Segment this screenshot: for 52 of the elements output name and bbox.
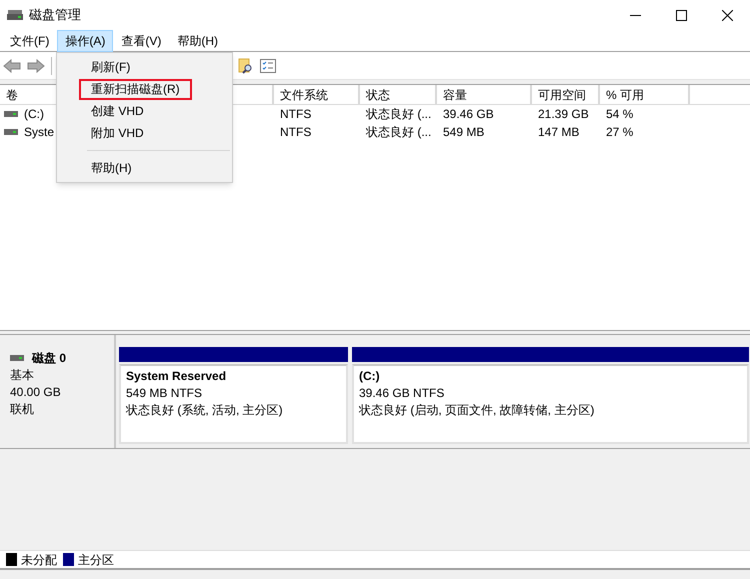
legend-label: 未分配 xyxy=(21,552,57,568)
column-header[interactable]: 容量 xyxy=(437,85,532,105)
table-cell-text: 27 % xyxy=(606,124,634,141)
forward-arrow-icon[interactable] xyxy=(27,58,45,72)
partition-status: 状态良好 (启动, 页面文件, 故障转储, 主分区) xyxy=(359,402,596,419)
menu-option[interactable]: 创建 VHD xyxy=(79,100,156,122)
checklist-icon[interactable] xyxy=(260,58,276,72)
drive-icon xyxy=(4,111,18,117)
table-cell-text: 状态良好 (... xyxy=(366,124,432,141)
menu-option[interactable]: 刷新(F) xyxy=(79,56,142,78)
menu-option[interactable]: 重新扫描磁盘(R) xyxy=(79,78,192,100)
disk-type: 基本 xyxy=(10,367,35,384)
menu-option[interactable]: 帮助(H) xyxy=(79,158,144,178)
table-cell-text: 21.39 GB xyxy=(538,106,589,123)
table-cell-text: NTFS xyxy=(280,106,312,123)
partition-name: System Reserved xyxy=(126,368,228,385)
disk-size: 40.00 GB xyxy=(10,384,62,401)
table-cell-text: (C:) xyxy=(24,106,44,123)
disk-name: 磁盘 0 xyxy=(32,350,66,367)
folder-search-icon[interactable] xyxy=(238,58,254,74)
table-cell-text: NTFS xyxy=(280,124,312,141)
partition-status: 状态良好 (系统, 活动, 主分区) xyxy=(126,402,284,419)
back-arrow-icon[interactable] xyxy=(3,58,21,72)
table-cell-text: 147 MB xyxy=(538,124,580,141)
partition-name: (C:) xyxy=(359,368,381,385)
table-cell-text: 状态良好 (... xyxy=(366,106,432,123)
menu-item[interactable]: 帮助(H) xyxy=(169,30,226,52)
drive-icon xyxy=(4,129,18,135)
table-cell-text: 549 MB xyxy=(443,124,484,141)
partition-size: 39.46 GB NTFS xyxy=(359,385,446,402)
column-header[interactable]: 文件系统 xyxy=(274,85,360,105)
partition-box[interactable]: (C:) 39.46 GB NTFS 状态良好 (启动, 页面文件, 故障转储, 主分区) xyxy=(352,364,749,444)
menu-item[interactable]: 查看(V) xyxy=(113,30,170,52)
disk-status: 联机 xyxy=(10,401,35,418)
table-cell-text: Syste xyxy=(24,124,54,141)
menu-option[interactable]: 附加 VHD xyxy=(79,122,156,144)
maximize-icon[interactable] xyxy=(676,10,686,20)
partition-box[interactable]: System Reserved 549 MB NTFS 状态良好 (系统, 活动, 主分区) xyxy=(119,364,348,444)
partition-size: 549 MB NTFS xyxy=(126,385,204,402)
window-title: 磁盘管理 xyxy=(29,6,81,24)
column-header[interactable]: 可用空间 xyxy=(532,85,600,105)
menu-item[interactable]: 文件(F) xyxy=(2,30,58,52)
column-header[interactable]: 状态 xyxy=(360,85,437,105)
menu-item[interactable]: 操作(A) xyxy=(57,30,114,52)
table-cell-text: 54 % xyxy=(606,106,634,123)
table-cell-text: 39.46 GB xyxy=(443,106,494,123)
legend-label: 主分区 xyxy=(78,552,114,568)
drive-icon xyxy=(10,355,24,361)
disk-drive-icon xyxy=(7,9,23,21)
close-icon[interactable] xyxy=(722,10,732,20)
minimize-icon[interactable] xyxy=(630,14,640,16)
column-header[interactable]: % 可用 xyxy=(600,85,690,105)
